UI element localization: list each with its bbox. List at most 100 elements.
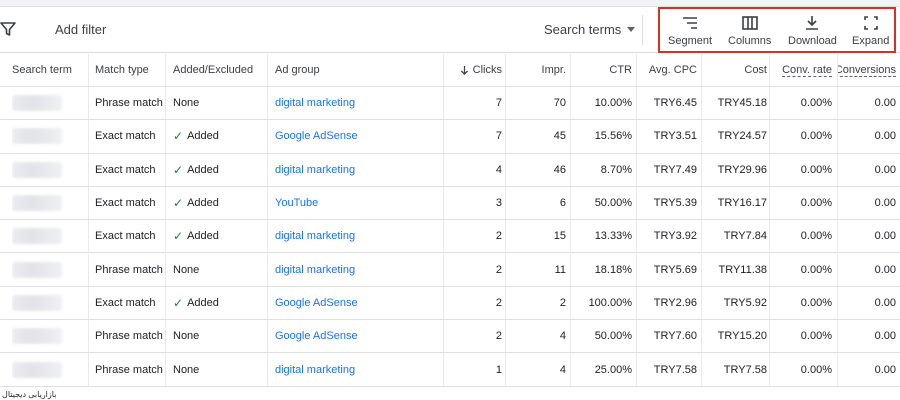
download-button[interactable]: Download [788,15,837,47]
column-divider [267,186,268,220]
table-row[interactable]: Phrase match None digital marketing 7 70 10.0… [0,87,900,121]
ctr-cell: 18.18% [572,254,632,286]
cell-value: 11 [554,263,566,276]
filter-icon[interactable] [0,21,16,37]
clicks-cell: 1 [445,353,502,385]
column-divider [769,54,770,86]
column-divider [701,153,702,186]
impr-cell: 4 [508,320,566,352]
conversions-cell: 0.00 [838,353,896,385]
cost-cell: TRY7.58 [703,353,767,385]
ad-group-link[interactable]: Google AdSense [275,297,358,309]
ctr-cell: 50.00% [572,187,632,219]
column-divider [165,87,166,120]
cpc-cell: TRY3.92 [638,220,697,252]
column-header-conversions[interactable]: Conversions [838,54,896,86]
cell-value: 50.00% [594,330,632,343]
column-divider [88,220,89,253]
cell-value: 0.00% [800,130,832,143]
search-terms-dropdown[interactable]: Search terms [544,22,636,37]
expand-button[interactable]: Expand [852,15,889,47]
cell-value: 7 [495,130,502,143]
cpc-cell: TRY7.58 [638,353,697,385]
ad-group-link[interactable]: YouTube [275,197,318,209]
column-header-label: Impr. [541,64,566,76]
ad-group-cell[interactable]: digital marketing [275,154,440,186]
column-header-conv-rate[interactable]: Conv. rate [773,54,832,86]
ad-group-link[interactable]: Google AdSense [275,130,358,142]
column-header-search-term[interactable]: Search term [12,54,88,86]
table-row[interactable]: Exact match ✓ Added digital marketing 4 46 8.7… [0,153,900,187]
match-cell: Exact match [95,154,163,186]
ad-group-cell[interactable]: digital marketing [275,254,440,286]
search-terms-label: Search terms [544,22,622,37]
column-header-ad-group[interactable]: Ad group [275,54,440,86]
column-divider [443,54,444,86]
cell-value: 0.00 [874,163,896,176]
ad-group-cell[interactable]: digital marketing [275,220,440,252]
column-divider [769,286,770,320]
column-divider [267,353,268,386]
columns-button[interactable]: Columns [728,15,771,47]
match-cell: Phrase match [95,320,163,352]
cell-value: 15.56% [594,130,632,143]
cost-cell: TRY24.57 [703,120,767,152]
column-header-match-type[interactable]: Match type [95,54,163,86]
column-divider [701,186,702,220]
clicks-cell: 2 [445,254,502,286]
table-row[interactable]: Phrase match None Google AdSense 2 4 50.00% TR… [0,320,900,354]
cell-value: 0.00 [874,296,896,309]
ad-group-link[interactable]: digital marketing [275,97,355,109]
cost-cell: TRY16.17 [703,187,767,219]
cell-value: 10.00% [594,97,632,110]
column-header-ctr[interactable]: CTR [572,54,632,86]
search-term-cell-redacted [12,120,88,152]
cell-value: TRY16.17 [717,197,767,210]
cell-value: Added [187,130,219,143]
column-divider [837,286,838,320]
conversions-cell: 0.00 [838,154,896,186]
cell-value: TRY7.60 [653,330,697,343]
column-divider [267,153,268,186]
ad-group-cell[interactable]: Google AdSense [275,120,440,152]
table-row[interactable]: Phrase match None digital marketing 1 4 25.00… [0,353,900,387]
table-row[interactable]: Exact match ✓ Added YouTube 3 6 50.00% TRY5.39 T… [0,186,900,221]
column-header-clicks[interactable]: Clicks [445,54,502,86]
column-header-impr[interactable]: Impr. [508,54,566,86]
ad-group-cell[interactable]: Google AdSense [275,320,440,352]
column-divider [636,286,637,320]
conv-rate-cell: 0.00% [773,287,832,319]
ad-group-cell[interactable]: digital marketing [275,353,440,385]
column-header-added-excluded[interactable]: Added/Excluded [173,54,263,86]
table-row[interactable]: Exact match ✓ Added digital marketing 2 15 13.… [0,220,900,254]
cell-value: 50.00% [594,197,632,210]
ad-group-link[interactable]: digital marketing [275,230,355,242]
column-divider [505,153,506,186]
cell-value: 25.00% [594,363,632,376]
segment-button[interactable]: Segment [668,15,712,47]
column-divider [505,120,506,153]
column-header-avg-cpc[interactable]: Avg. CPC [638,54,697,86]
impr-cell: 4 [508,353,566,385]
ctr-cell: 50.00% [572,320,632,352]
cell-value: None [173,330,200,343]
table-row[interactable]: Phrase match None digital marketing 2 11 18.1… [0,253,900,287]
chevron-down-icon [627,27,636,32]
column-header-cost[interactable]: Cost [703,54,767,86]
column-divider [505,186,506,220]
ad-group-cell[interactable]: YouTube [275,187,440,219]
column-divider [267,220,268,253]
column-divider [505,54,506,86]
ad-group-link[interactable]: digital marketing [275,364,355,376]
match-cell: Exact match [95,120,163,152]
ad-group-link[interactable]: digital marketing [275,264,355,276]
add-filter-button[interactable]: Add filter [55,22,106,37]
conversions-cell: 0.00 [838,187,896,219]
ad-group-link[interactable]: digital marketing [275,164,355,176]
table-row[interactable]: Exact match ✓ Added Google AdSense 7 45 15.56%… [0,120,900,154]
table-row[interactable]: Exact match ✓ Added Google AdSense 2 2 100.00%… [0,286,900,321]
ad-group-cell[interactable]: Google AdSense [275,287,440,319]
ad-group-link[interactable]: Google AdSense [275,330,358,342]
ad-group-cell[interactable]: digital marketing [275,87,440,119]
cell-value: TRY15.20 [717,330,767,343]
